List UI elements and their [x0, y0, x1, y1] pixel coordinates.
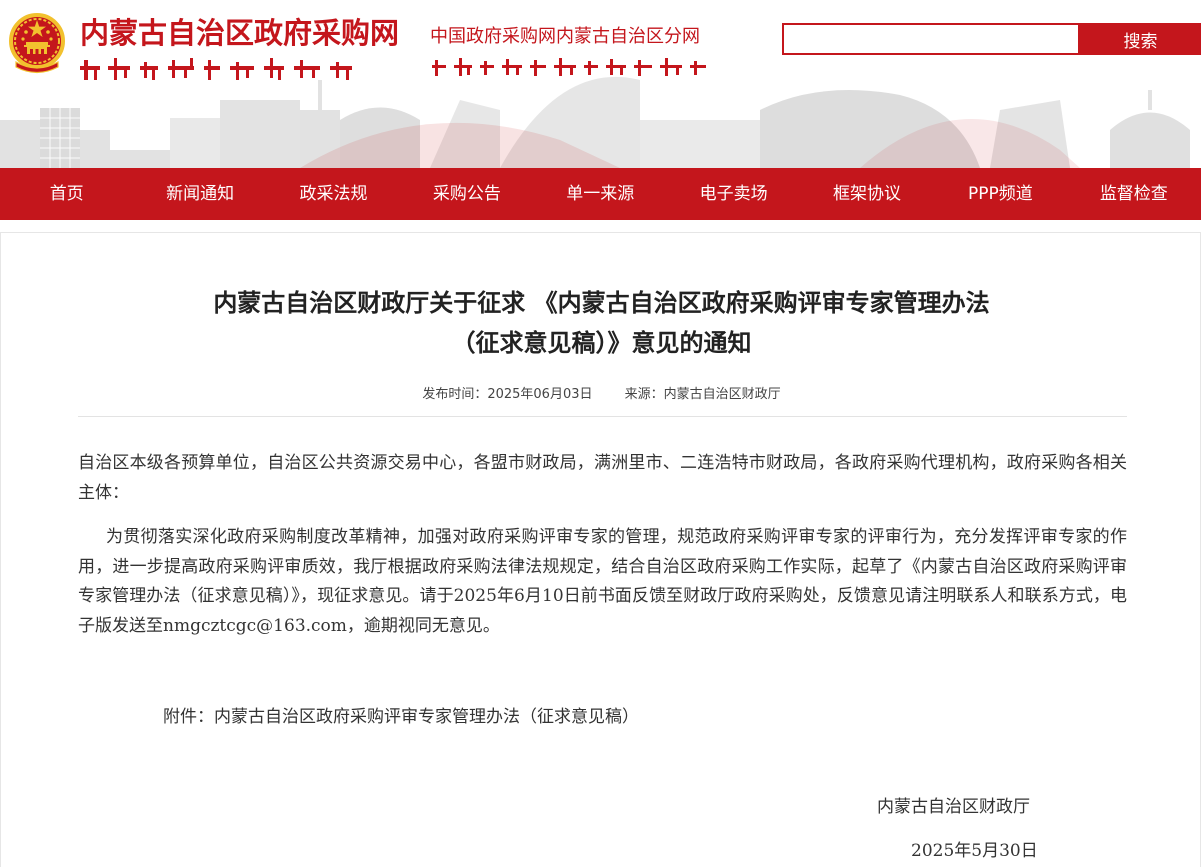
article-title-line2: （征求意见稿）》意见的通知	[451, 329, 752, 357]
article-title-line1: 内蒙古自治区财政厅关于征求 《内蒙古自治区政府采购评审专家管理办法	[213, 289, 990, 317]
nav-item-supervision[interactable]: 监督检查	[1067, 168, 1200, 220]
article-body-paragraph: 为贯彻落实深化政府采购制度改革精神，加强对政府采购评审专家的管理，规范政府采购评…	[78, 527, 1127, 636]
publish-time: 发布时间：2025年06月03日	[422, 387, 593, 402]
article-salutation: 自治区本级各预算单位，自治区公共资源交易中心，各盟市财政局，满洲里市、二连浩特市…	[78, 453, 1127, 503]
search-box	[782, 23, 1080, 55]
title-divider	[78, 416, 1127, 417]
search-input[interactable]	[784, 25, 1078, 53]
site-header: 内蒙古自治区政府采购网 中国政府采购网内蒙古自治区分网 搜索	[0, 0, 1201, 168]
search-button[interactable]: 搜索	[1080, 23, 1201, 55]
nav-item-e-mall[interactable]: 电子卖场	[667, 168, 800, 220]
nav-item-regulations[interactable]: 政采法规	[267, 168, 400, 220]
mongolian-subtitle-image	[432, 58, 706, 76]
nav-item-single-source[interactable]: 单一来源	[534, 168, 667, 220]
article-container: 内蒙古自治区财政厅关于征求 《内蒙古自治区政府采购评审专家管理办法 （征求意见稿…	[0, 232, 1201, 867]
attachment-link[interactable]: 附件：内蒙古自治区政府采购评审专家管理办法（征求意见稿）	[163, 703, 1063, 733]
site-title[interactable]: 内蒙古自治区政府采购网	[80, 10, 399, 52]
site-subtitle: 中国政府采购网内蒙古自治区分网	[430, 26, 700, 47]
national-emblem-icon	[9, 13, 65, 74]
signature-date: 2025年5月30日	[911, 841, 1038, 861]
nav-item-news[interactable]: 新闻通知	[133, 168, 266, 220]
main-nav: 首页 新闻通知 政采法规 采购公告 单一来源 电子卖场 框架协议 PPP频道 监…	[0, 168, 1201, 220]
article-source: 来源：内蒙古自治区财政厅	[624, 387, 781, 402]
mongolian-site-title-image	[80, 58, 352, 80]
nav-item-procurement-notices[interactable]: 采购公告	[400, 168, 533, 220]
nav-item-ppp[interactable]: PPP频道	[934, 168, 1067, 220]
nav-item-framework-agreement[interactable]: 框架协议	[800, 168, 933, 220]
nav-item-home[interactable]: 首页	[0, 168, 133, 220]
article-meta: 发布时间：2025年06月03日 来源：内蒙古自治区财政厅	[1, 383, 1201, 402]
signature-organization: 内蒙古自治区财政厅	[877, 797, 1030, 817]
article-title: 内蒙古自治区财政厅关于征求 《内蒙古自治区政府采购评审专家管理办法 （征求意见稿…	[1, 283, 1201, 363]
